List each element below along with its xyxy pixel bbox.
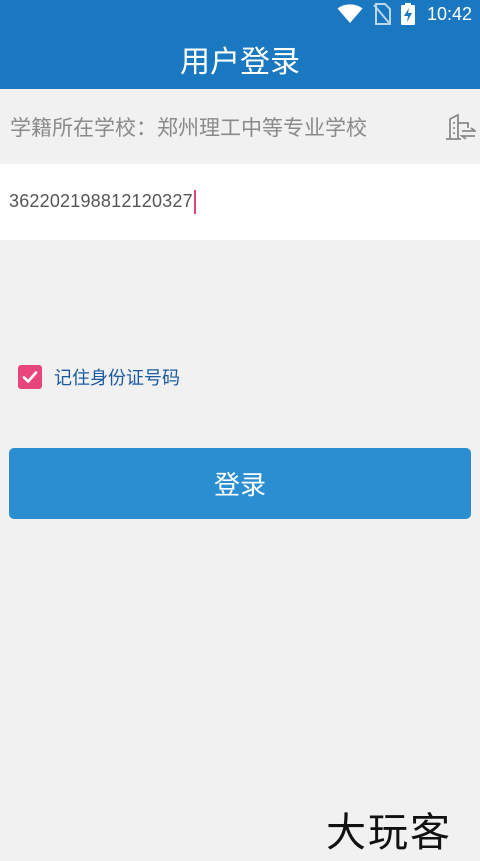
page-title: 用户登录 (180, 44, 300, 80)
id-number-field-container[interactable]: 362202198812120327 (0, 164, 480, 240)
app-bar: 用户登录 (0, 28, 480, 89)
id-number-input[interactable]: 362202198812120327 (9, 190, 196, 214)
wifi-icon (337, 4, 363, 23)
status-bar: 10:42 (0, 0, 480, 28)
watermark-logo: 大玩客 (326, 810, 452, 856)
school-label: 学籍所在学校： (10, 115, 157, 140)
clock: 10:42 (426, 3, 472, 24)
school-name: 郑州理工中等专业学校 (157, 115, 367, 140)
remember-id-row[interactable]: 记住身份证号码 (18, 364, 180, 390)
school-row: 学籍所在学校： 郑州理工中等专业学校 (0, 89, 480, 164)
remember-id-checkbox[interactable] (18, 365, 42, 389)
status-icons: 10:42 (337, 3, 472, 25)
text-caret (193, 190, 196, 214)
checkmark-icon (22, 371, 38, 383)
id-number-value: 362202198812120327 (9, 190, 193, 211)
login-button[interactable]: 登录 (9, 448, 471, 519)
remember-id-label[interactable]: 记住身份证号码 (54, 364, 180, 390)
battery-charging-icon (400, 3, 415, 25)
switch-school-icon[interactable] (444, 111, 476, 143)
no-sim-icon (373, 3, 391, 25)
